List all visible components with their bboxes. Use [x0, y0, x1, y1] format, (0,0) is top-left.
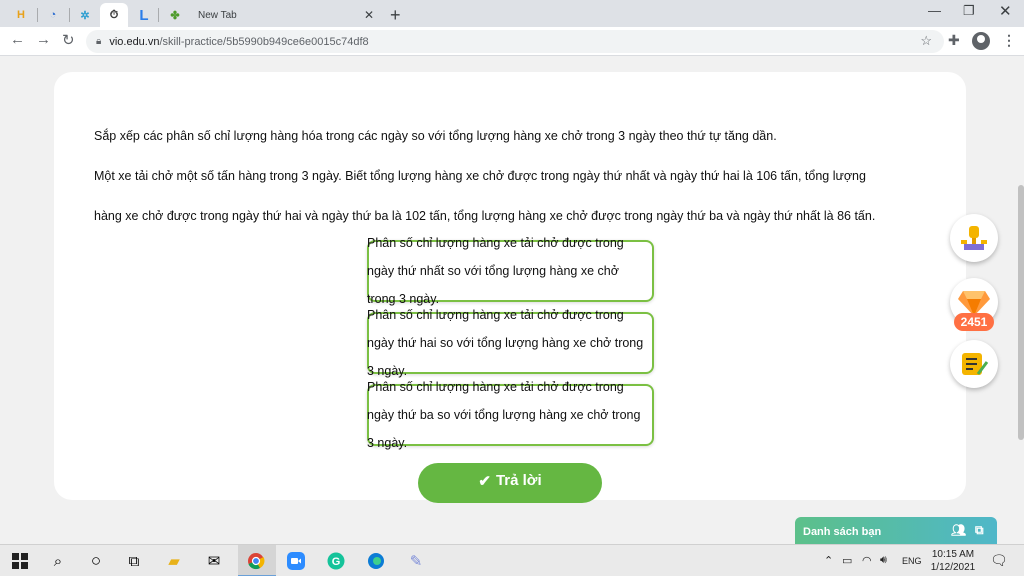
chrome-icon[interactable] [246, 551, 266, 571]
new-tab-plus-icon[interactable]: + [390, 5, 401, 26]
sort-item-3-line: Phân số chỉ lượng hàng xe tải chở được t… [367, 380, 624, 394]
friends-list-label: Danh sách bạn [803, 526, 882, 538]
svg-text:G: G [332, 556, 341, 568]
dots-icon: ✲ [80, 9, 90, 22]
url-host: vio.edu.vn [109, 35, 160, 48]
check-icon: ✔ [478, 473, 491, 490]
windows-taskbar: ⌕ ○ ⧉ ▰ ✉ G ✎ ⌃ ▭ ◠ 🔊︎ ENG 10:15 AM 1/12… [0, 544, 1024, 576]
question-text-line-1: Một xe tải chở một số tấn hàng trong 3 n… [94, 169, 866, 183]
vio-icon: ⏱ [109, 8, 119, 21]
restore-icon[interactable]: ❐ [963, 3, 975, 19]
bookmark-star-icon[interactable]: ☆ [920, 33, 932, 49]
olm-icon: ◔ [49, 9, 57, 21]
url-path: /skill-practice/5b5990b949ce6e0015c74df8 [159, 35, 369, 48]
gem-count-badge: 2451 [954, 313, 994, 331]
sort-item-2-line: ngày thứ hai so với tổng lượng hàng xe c… [367, 336, 644, 350]
tab-dots[interactable]: ✲ [72, 3, 98, 27]
browser-toolbar: ← → ↻ 🔒︎ vio.edu.vn/skill-practice/5b599… [0, 27, 1024, 56]
mail-icon[interactable]: ✉ [204, 551, 224, 571]
tab-l[interactable]: L [131, 3, 157, 27]
tab-new-tab[interactable]: New Tab ✕ [160, 3, 382, 27]
minimize-icon[interactable]: — [928, 3, 941, 18]
scroll-pen-icon [962, 353, 989, 375]
scrollbar-thumb[interactable] [1018, 185, 1024, 440]
grammarly-icon[interactable]: G [326, 551, 346, 571]
sort-item-3-line: 3 ngày. [367, 436, 408, 450]
users-icon[interactable]: 👥︎ [951, 523, 966, 537]
submit-answer-label: Trả lời [495, 472, 542, 489]
language-indicator[interactable]: ENG [902, 556, 922, 566]
tab-strip: H ◔ ✲ ⏱ L ✤ New Tab ✕ + — ❐ ✕ [0, 0, 1024, 27]
cortana-circle-icon[interactable]: ○ [86, 551, 106, 571]
tab-title: New Tab [198, 9, 237, 21]
hoc247-icon: H [17, 9, 25, 21]
forward-arrow-icon[interactable]: → [36, 31, 51, 48]
file-explorer-icon[interactable]: ▰ [164, 551, 184, 571]
popout-icon[interactable]: ⧉ [975, 523, 984, 538]
battery-icon[interactable]: ▭ [842, 554, 852, 567]
windows-start-icon[interactable] [10, 551, 30, 571]
system-clock[interactable]: 10:15 AM 1/12/2021 [928, 548, 978, 574]
volume-icon[interactable]: 🔊︎ [880, 554, 887, 567]
menu-kebab-icon[interactable]: ⋮ [1002, 32, 1016, 49]
notes-button[interactable] [950, 340, 998, 388]
friends-list-panel[interactable]: Danh sách bạn 👥︎ ⧉ [795, 517, 997, 547]
lock-icon: 🔒︎ [96, 36, 102, 47]
tab-vio-active[interactable]: ⏱ [100, 3, 128, 27]
extensions-puzzle-icon[interactable]: ✚ [948, 32, 960, 49]
sort-item-2-line: Phân số chỉ lượng hàng xe tải chở được t… [367, 308, 624, 322]
tab-hoc247[interactable]: H [8, 3, 34, 27]
sort-item-1-line: Phân số chỉ lượng hàng xe tải chở được t… [367, 236, 624, 250]
sort-item-1-line: ngày thứ nhất so với tổng lượng hàng xe … [367, 264, 619, 278]
zoom-icon[interactable] [286, 551, 306, 571]
trophy-icon [961, 226, 987, 250]
edge-icon[interactable] [366, 551, 386, 571]
l-icon: L [139, 6, 149, 24]
task-view-icon[interactable]: ⧉ [124, 551, 144, 571]
window-close-icon[interactable]: ✕ [999, 2, 1012, 20]
ranking-trophy-button[interactable] [950, 214, 998, 262]
address-bar[interactable]: 🔒︎ vio.edu.vn/skill-practice/5b5990b949c… [86, 30, 944, 53]
close-tab-icon[interactable]: ✕ [364, 8, 374, 22]
sort-item-3-line: ngày thứ ba so với tổng lượng hàng xe ch… [367, 408, 641, 422]
profile-avatar[interactable] [972, 32, 990, 50]
wifi-icon[interactable]: ◠ [862, 554, 872, 567]
tray-chevron-up-icon[interactable]: ⌃ [824, 554, 833, 567]
question-card: Sắp xếp các phân số chỉ lượng hàng hóa t… [54, 72, 966, 500]
search-icon[interactable]: ⌕ [48, 551, 68, 571]
sort-item-3[interactable]: Phân số chỉ lượng hàng xe tải chở được t… [367, 373, 659, 457]
back-arrow-icon[interactable]: ← [10, 31, 25, 48]
question-instruction: Sắp xếp các phân số chỉ lượng hàng hóa t… [94, 129, 777, 143]
notifications-icon[interactable]: 🗨︎ [990, 552, 1008, 569]
reload-icon[interactable]: ↻ [62, 31, 75, 49]
tab-olm[interactable]: ◔ [40, 3, 66, 27]
paint-icon[interactable]: ✎ [406, 551, 426, 571]
clock-time: 10:15 AM [931, 549, 975, 560]
clock-date: 1/12/2021 [930, 562, 976, 573]
submit-answer-button[interactable]: ✔ Trả lời [418, 463, 602, 503]
